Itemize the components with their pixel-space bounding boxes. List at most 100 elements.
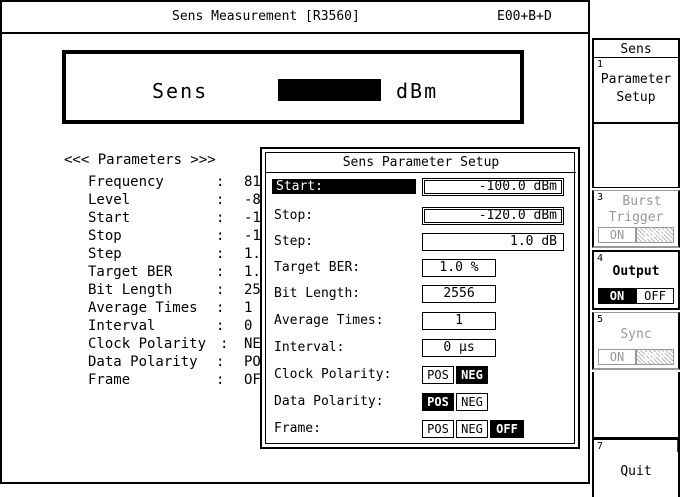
dialog-frame: Sens Parameter Setup Start: -100.0 dBm S…	[265, 152, 576, 444]
window-title: Sens Measurement [R3560]	[172, 9, 360, 24]
sync-off[interactable]: OFF	[636, 349, 674, 365]
param-label: Clock Polarity	[88, 336, 207, 352]
interval-label[interactable]: Interval:	[274, 340, 344, 355]
frame-neg[interactable]: NEG	[456, 420, 488, 438]
softkey-number: 7	[597, 441, 604, 452]
softkey-sync[interactable]: 5 Sync ON OFF	[592, 312, 680, 370]
target-ber-field[interactable]: 1.0 %	[422, 259, 496, 277]
softkey-quit[interactable]: 7 Quit	[592, 438, 680, 497]
bit-length-field[interactable]: 2556	[422, 285, 496, 303]
param-colon: :	[216, 372, 225, 388]
param-value: 25	[244, 282, 261, 298]
interval-field[interactable]: 0 µs	[422, 339, 496, 357]
param-value: 1	[244, 300, 253, 316]
start-field[interactable]: -100.0 dBm	[422, 178, 564, 196]
softkey-header-label: Sens	[620, 42, 652, 57]
param-label: Step	[88, 246, 122, 262]
param-value: NE	[244, 336, 261, 352]
param-value: -8	[244, 192, 261, 208]
param-colon: :	[216, 318, 225, 334]
step-label[interactable]: Step:	[274, 234, 313, 249]
param-value: -1	[244, 228, 261, 244]
data-polarity-neg[interactable]: NEG	[456, 393, 488, 411]
param-value: OF	[244, 372, 261, 388]
param-value: -1	[244, 210, 261, 226]
clock-polarity-pos[interactable]: POS	[422, 366, 454, 384]
param-label: Bit Length	[88, 282, 173, 298]
burst-trigger-on[interactable]: ON	[598, 227, 636, 243]
param-colon: :	[216, 264, 225, 280]
softkey-label: Burst	[622, 194, 662, 209]
softkey-label: Trigger	[608, 210, 664, 225]
clock-polarity-label[interactable]: Clock Polarity:	[274, 367, 391, 382]
frame-label[interactable]: Frame:	[274, 421, 321, 436]
sens-unit: dBm	[396, 79, 439, 103]
average-times-label[interactable]: Average Times:	[274, 313, 384, 328]
param-label: Stop	[88, 228, 122, 244]
param-label: Frame	[88, 372, 131, 388]
softkey-empty-2[interactable]	[592, 124, 680, 188]
sync-on[interactable]: ON	[598, 349, 636, 365]
softkey-number: 1	[597, 59, 604, 70]
param-value: 0	[244, 318, 253, 334]
param-label: Level	[88, 192, 131, 208]
stop-field[interactable]: -120.0 dBm	[422, 207, 564, 225]
softkey-label: Parameter	[600, 72, 672, 87]
param-colon: :	[216, 174, 225, 190]
sens-parameter-setup-dialog: Sens Parameter Setup Start: -100.0 dBm S…	[260, 147, 580, 449]
param-value: 1.	[244, 264, 261, 280]
param-value: 81	[244, 174, 261, 190]
softkey-label: Setup	[616, 90, 656, 105]
status-code: E00+B+D	[497, 9, 552, 24]
title-bar: Sens Measurement [R3560] E00+B+D	[2, 2, 588, 34]
burst-trigger-off[interactable]: OFF	[636, 227, 674, 243]
param-colon: :	[216, 192, 225, 208]
param-colon: :	[216, 228, 225, 244]
sens-label: Sens	[152, 79, 209, 103]
param-colon: :	[216, 300, 225, 316]
data-polarity-label[interactable]: Data Polarity:	[274, 394, 384, 409]
parameters-heading: <<< Parameters >>>	[64, 152, 216, 168]
param-label: Target BER	[88, 264, 173, 280]
param-colon: :	[220, 336, 229, 352]
output-off[interactable]: OFF	[636, 288, 674, 304]
softkey-number: 5	[597, 314, 604, 325]
param-label: Start	[88, 210, 131, 226]
output-on[interactable]: ON	[598, 288, 636, 304]
sens-value-bar	[278, 79, 381, 101]
sens-display: Sens dBm	[62, 50, 524, 124]
softkey-burst-trigger[interactable]: 3 Burst Trigger ON OFF	[592, 190, 680, 248]
corner-fold-icon	[658, 438, 679, 452]
softkey-label: Output	[612, 264, 660, 279]
softkey-number: 4	[597, 253, 604, 264]
start-label[interactable]: Start:	[272, 179, 416, 194]
param-label: Data Polarity	[88, 354, 198, 370]
average-times-field[interactable]: 1	[422, 312, 496, 330]
step-field[interactable]: 1.0 dB	[422, 233, 564, 251]
param-label: Average Times	[88, 300, 198, 316]
frame-off[interactable]: OFF	[490, 420, 524, 438]
target-ber-label[interactable]: Target BER:	[274, 260, 360, 275]
param-colon: :	[216, 282, 225, 298]
main-screen: Sens Measurement [R3560] E00+B+D Sens dB…	[0, 0, 590, 484]
clock-polarity-neg[interactable]: NEG	[456, 366, 488, 384]
softkey-label: Quit	[620, 464, 652, 479]
param-colon: :	[216, 210, 225, 226]
param-label: Frequency	[88, 174, 164, 190]
param-value: 1.	[244, 246, 261, 262]
softkey-parameter-setup[interactable]: 1 Parameter Setup	[592, 58, 680, 124]
softkey-output[interactable]: 4 Output ON OFF	[592, 250, 680, 310]
param-label: Interval	[88, 318, 156, 334]
softkey-empty-6[interactable]	[592, 372, 680, 438]
softkey-label: Sync	[620, 327, 652, 342]
param-colon: :	[216, 354, 225, 370]
dialog-title: Sens Parameter Setup	[342, 155, 500, 170]
softkey-header: Sens	[592, 38, 680, 58]
stop-label[interactable]: Stop:	[274, 208, 313, 223]
param-colon: :	[216, 246, 225, 262]
dialog-separator	[266, 172, 576, 173]
param-value: PO	[244, 354, 261, 370]
bit-length-label[interactable]: Bit Length:	[274, 286, 360, 301]
data-polarity-pos[interactable]: POS	[422, 393, 454, 411]
frame-pos[interactable]: POS	[422, 420, 454, 438]
